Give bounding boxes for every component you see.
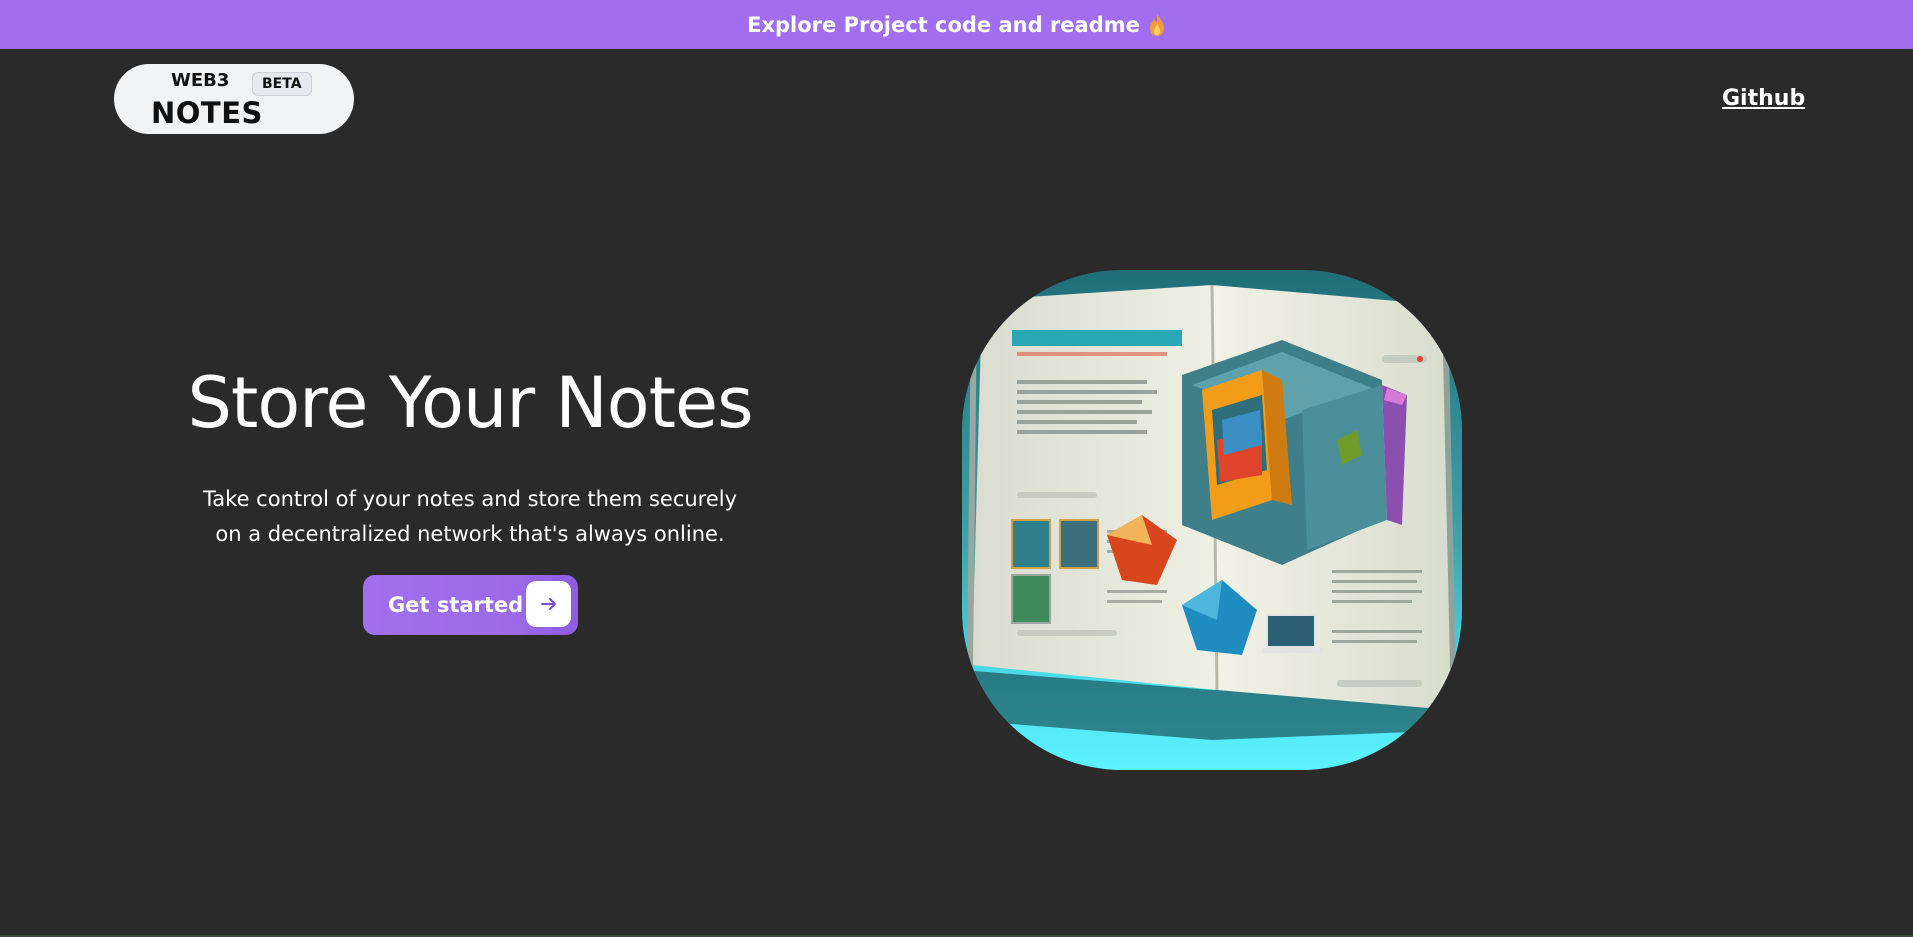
get-started-label: Get started [388, 593, 524, 617]
hero-title: Store Your Notes [187, 362, 753, 444]
logo-notes-text: NOTES [151, 96, 263, 130]
hero-subtitle-line-2: on a decentralized network that's always… [215, 522, 725, 546]
banner-link[interactable]: Explore Project code and readme [747, 13, 1140, 37]
github-link[interactable]: Github [1722, 86, 1805, 111]
beta-badge: BETA [252, 72, 312, 96]
hero-subtitle: Take control of your notes and store the… [170, 482, 770, 552]
get-started-button[interactable]: Get started [363, 575, 578, 635]
hero-book-illustration [962, 270, 1462, 770]
arrow-right-icon [526, 581, 571, 627]
top-banner[interactable]: Explore Project code and readme [0, 0, 1913, 49]
flame-icon [1148, 13, 1166, 37]
logo[interactable]: WEB3 BETA NOTES [114, 64, 354, 134]
hero-subtitle-line-1: Take control of your notes and store the… [202, 487, 738, 511]
logo-web3-text: WEB3 [171, 70, 230, 91]
